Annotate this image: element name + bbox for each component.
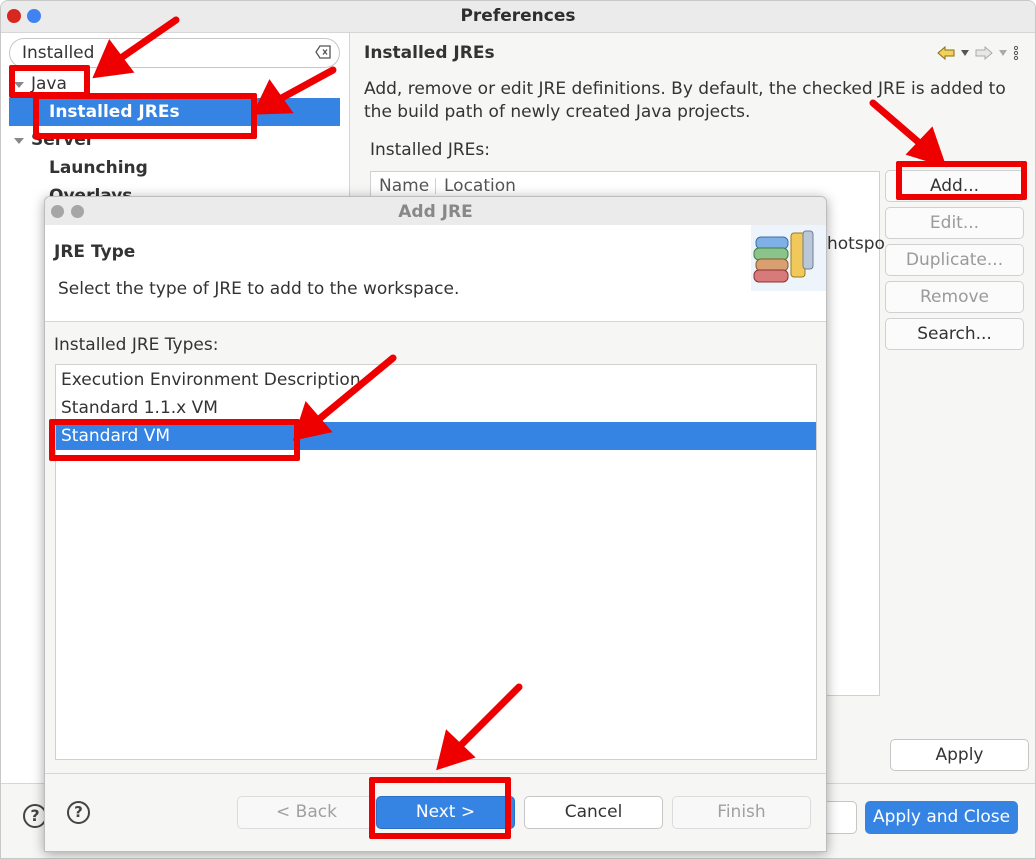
jre-library-books-icon <box>751 225 826 291</box>
window-title: Preferences <box>460 6 576 26</box>
list-item-execution-environment[interactable]: Execution Environment Description <box>56 366 816 394</box>
types-list-label: Installed JRE Types: <box>54 335 219 355</box>
duplicate-button[interactable]: Duplicate... <box>885 244 1024 276</box>
apply-button[interactable]: Apply <box>890 739 1029 771</box>
cancel-button[interactable]: Cancel <box>524 796 663 829</box>
clear-filter-icon[interactable] <box>315 45 331 59</box>
annotation-box-next <box>369 777 511 839</box>
edit-button[interactable]: Edit... <box>885 207 1024 239</box>
forward-arrow-icon[interactable] <box>975 46 993 60</box>
filter-input[interactable] <box>22 42 302 64</box>
table-label: Installed JREs: <box>370 140 490 160</box>
remove-button[interactable]: Remove <box>885 281 1024 313</box>
banner-title: JRE Type <box>54 242 136 262</box>
page-description: Add, remove or edit JRE definitions. By … <box>364 79 1006 122</box>
annotation-box-standard-vm <box>49 419 300 461</box>
title-bar: Preferences <box>1 1 1035 33</box>
list-item-standard-11x-vm[interactable]: Standard 1.1.x VM <box>56 394 816 422</box>
expand-arrow-icon[interactable] <box>14 138 24 144</box>
chevron-down-icon[interactable] <box>998 49 1008 57</box>
add-jre-dialog: Add JRE JRE Type Select the type of JRE … <box>44 196 827 852</box>
banner-description: Select the type of JRE to add to the wor… <box>58 279 460 299</box>
annotation-box-installed-jres <box>33 93 257 139</box>
filter-field[interactable] <box>9 38 340 68</box>
help-icon[interactable]: ? <box>67 801 90 824</box>
dialog-title-bar: Add JRE <box>45 197 826 225</box>
more-menu-icon[interactable] <box>1013 45 1019 61</box>
nav-toolbar <box>937 43 1019 63</box>
dialog-title: Add JRE <box>398 202 473 222</box>
tree-item-launching[interactable]: Launching <box>49 154 148 182</box>
back-button[interactable]: < Back <box>237 796 376 829</box>
annotation-box-add <box>896 161 1027 200</box>
dialog-banner: JRE Type Select the type of JRE to add t… <box>45 225 826 322</box>
search-button[interactable]: Search... <box>885 318 1024 350</box>
finish-button[interactable]: Finish <box>672 796 811 829</box>
apply-and-close-button[interactable]: Apply and Close <box>865 801 1018 834</box>
column-divider <box>435 178 436 194</box>
back-arrow-icon[interactable] <box>937 46 955 60</box>
page-title: Installed JREs <box>364 43 495 63</box>
partial-location-text: hotspo <box>827 234 885 254</box>
chevron-down-icon[interactable] <box>960 49 970 57</box>
